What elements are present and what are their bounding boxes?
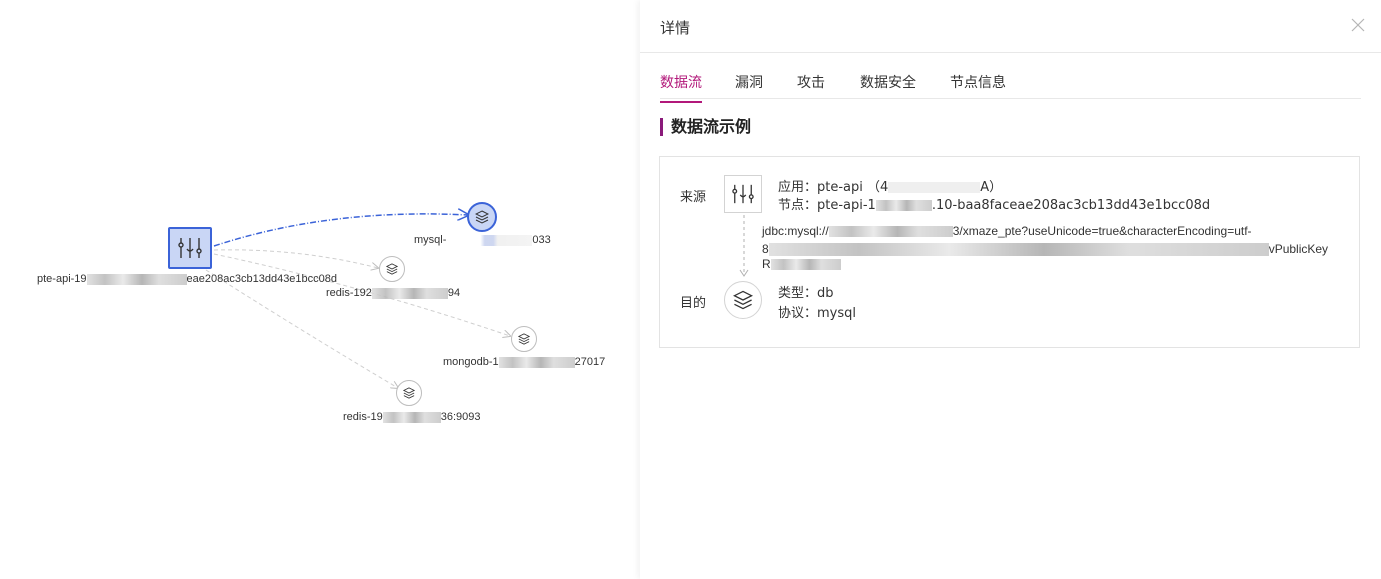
db-node-redis-1-label: redis-192 94 bbox=[326, 287, 460, 299]
redacted-text bbox=[770, 259, 841, 271]
panel-title: 详情 bbox=[660, 19, 691, 37]
source-app-line: 应用：pte-api （4 A） bbox=[778, 176, 1002, 195]
label-prefix: mysql- bbox=[414, 234, 447, 246]
label-prefix: pte-api-19 bbox=[37, 273, 87, 285]
layers-icon bbox=[733, 290, 753, 310]
link-redis-1 bbox=[213, 249, 378, 268]
target-label: 目的 bbox=[680, 296, 707, 311]
graph-links bbox=[205, 0, 640, 579]
connection-prefix: 8 bbox=[762, 242, 769, 256]
close-icon bbox=[1351, 18, 1365, 32]
db-node-mysql[interactable] bbox=[467, 202, 497, 232]
redacted-text bbox=[371, 287, 448, 299]
db-node-redis-2-label: redis-19 36:9093 bbox=[343, 411, 481, 423]
source-node-prefix: 节点：pte-api-1 bbox=[778, 198, 876, 213]
redacted-text bbox=[828, 226, 953, 238]
label-suffix: eae208ac3cb13dd43e1bcc08d bbox=[186, 273, 338, 285]
source-app-icon-box bbox=[724, 175, 762, 213]
label-suffix: 36:9093 bbox=[440, 411, 481, 423]
data-flow-example: 来源 应用：pte-api （4 A） 节点：pte-api-1 .10-baa8f… bbox=[659, 156, 1360, 348]
panel-header: 详情 bbox=[640, 0, 1381, 53]
topology-graph[interactable]: pte-api-19 eae208ac3cb13dd43e1bcc08d mysq… bbox=[0, 0, 640, 579]
source-app-suffix: A） bbox=[980, 180, 1003, 195]
app-mixer-icon bbox=[732, 184, 754, 204]
tab-vulnerabilities[interactable]: 漏洞 bbox=[735, 72, 763, 101]
close-button[interactable] bbox=[1349, 16, 1367, 34]
source-label: 来源 bbox=[680, 190, 707, 205]
source-app-prefix: 应用：pte-api （4 bbox=[778, 180, 889, 195]
app-mixer-icon bbox=[178, 238, 202, 258]
db-node-mongodb-label: mongodb-1 27017 bbox=[443, 356, 605, 368]
tab-bar: 数据流 漏洞 攻击 数据安全 节点信息 bbox=[660, 52, 1361, 103]
connection-string-line-2: 8 vPublicKey bbox=[762, 242, 1329, 257]
tab-attacks[interactable]: 攻击 bbox=[797, 72, 825, 101]
tab-node-info[interactable]: 节点信息 bbox=[950, 72, 1006, 101]
redacted-text bbox=[498, 356, 575, 368]
connection-prefix: R bbox=[762, 257, 771, 271]
layers-icon bbox=[518, 333, 530, 345]
connection-suffix: 3/xmaze_pte?useUnicode=true&characterEnc… bbox=[952, 224, 1252, 238]
db-node-redis-1[interactable] bbox=[379, 256, 405, 282]
redacted-text bbox=[86, 273, 187, 285]
detail-panel: 详情 数据流 漏洞 攻击 数据安全 节点信息 数据流示例 来源 应用：pte-a… bbox=[640, 0, 1381, 579]
db-node-mongodb[interactable] bbox=[511, 326, 537, 352]
redacted-text bbox=[768, 243, 1269, 257]
label-prefix: mongodb-1 bbox=[443, 356, 499, 368]
source-node-line: 节点：pte-api-1 .10-baa8faceae208ac3cb13dd43… bbox=[778, 194, 1210, 213]
layers-icon bbox=[403, 387, 415, 399]
tab-data-flow[interactable]: 数据流 bbox=[660, 72, 702, 103]
app-node-label: pte-api-19 eae208ac3cb13dd43e1bcc08d bbox=[37, 273, 337, 285]
flow-arrow bbox=[739, 215, 749, 277]
label-suffix: 94 bbox=[447, 287, 461, 299]
label-suffix: 27017 bbox=[574, 356, 606, 368]
layers-icon bbox=[475, 210, 489, 224]
app-node-pte-api[interactable] bbox=[168, 227, 212, 269]
redacted-text bbox=[382, 411, 441, 423]
connection-suffix: vPublicKey bbox=[1268, 242, 1329, 256]
label-suffix: 033 bbox=[532, 234, 551, 246]
connection-string-line-3: R bbox=[762, 257, 841, 271]
label-prefix: redis-19 bbox=[343, 411, 383, 423]
label-prefix: redis-192 bbox=[326, 287, 372, 299]
redacted-text bbox=[875, 200, 932, 211]
redacted-text bbox=[888, 182, 981, 193]
target-db-icon-box bbox=[724, 281, 762, 319]
target-type: 类型：db bbox=[778, 286, 834, 301]
tab-data-security[interactable]: 数据安全 bbox=[860, 72, 916, 101]
connection-string-line-1: jdbc:mysql:// 3/xmaze_pte?useUnicode=true… bbox=[762, 224, 1252, 238]
db-node-mysql-label: mysql- 033 bbox=[414, 234, 551, 246]
layers-icon bbox=[386, 263, 398, 275]
source-node-suffix: .10-baa8faceae208ac3cb13dd43e1bcc08d bbox=[931, 198, 1211, 213]
connection-prefix: jdbc:mysql:// bbox=[762, 224, 829, 238]
section-title: 数据流示例 bbox=[660, 118, 751, 136]
target-protocol: 协议：mysql bbox=[778, 306, 856, 321]
db-node-redis-2[interactable] bbox=[396, 380, 422, 406]
redacted-text bbox=[446, 234, 533, 246]
